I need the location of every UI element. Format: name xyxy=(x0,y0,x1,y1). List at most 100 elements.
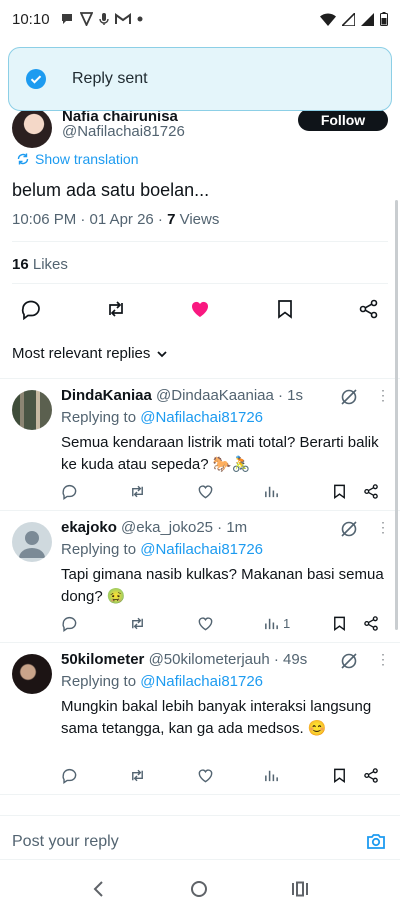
more-options-icon[interactable]: ⋮ xyxy=(376,651,390,668)
reply-actions xyxy=(61,482,389,500)
likes-summary[interactable]: 16 Likes xyxy=(12,256,68,273)
views-button[interactable]: 1 xyxy=(263,614,290,632)
dot-icon xyxy=(137,16,143,22)
repost-button[interactable] xyxy=(129,614,146,632)
reply-author-name[interactable]: 50kilometer xyxy=(61,651,144,668)
signal-2-icon xyxy=(361,12,374,26)
likes-count: 16 xyxy=(12,256,29,273)
camera-icon[interactable] xyxy=(366,831,386,851)
share-button[interactable] xyxy=(363,766,380,784)
reply-text: Mungkin bakal lebih banyak interaksi lan… xyxy=(61,698,372,737)
battery-icon xyxy=(380,12,388,26)
scrollbar[interactable] xyxy=(395,200,398,630)
bookmark-icon[interactable] xyxy=(274,298,296,320)
reply-item[interactable]: DindaKaniaa @DindaaKaaniaa · 1s ⋮ Replyi… xyxy=(0,382,400,510)
replies-sort-dropdown[interactable]: Most relevant replies xyxy=(12,345,168,362)
bookmark-button[interactable] xyxy=(331,614,348,632)
share-button[interactable] xyxy=(363,614,380,632)
replying-to-mention[interactable]: @Nafilachai81726 xyxy=(140,541,263,558)
like-filled-icon[interactable] xyxy=(189,298,211,320)
back-icon[interactable] xyxy=(91,880,107,898)
show-translation-label: Show translation xyxy=(35,151,139,167)
reply-input[interactable]: Post your reply xyxy=(12,833,119,851)
views-chart-icon xyxy=(265,618,278,629)
default-avatar-icon xyxy=(19,531,45,558)
reply-avatar[interactable] xyxy=(12,522,52,562)
recents-icon[interactable] xyxy=(291,880,309,898)
reply-avatar[interactable] xyxy=(12,390,52,430)
toast-message: Reply sent xyxy=(72,70,148,87)
views-button[interactable] xyxy=(263,482,283,500)
like-button[interactable] xyxy=(197,766,214,784)
replies-sort-label: Most relevant replies xyxy=(12,345,151,362)
home-icon[interactable] xyxy=(190,880,208,898)
reply-button[interactable] xyxy=(61,482,78,500)
reply-avatar[interactable] xyxy=(12,654,52,694)
bookmark-button[interactable] xyxy=(331,766,348,784)
reply-button[interactable] xyxy=(61,766,78,784)
like-button[interactable] xyxy=(197,614,214,632)
reply-views-count: 1 xyxy=(283,615,291,631)
heart-icon xyxy=(198,768,213,782)
show-translation-link[interactable]: Show translation xyxy=(16,151,139,167)
reply-text: Semua kendaraan listrik mati total? Bera… xyxy=(61,434,379,473)
share-icon[interactable] xyxy=(358,298,380,320)
reply-icon[interactable] xyxy=(20,298,42,320)
repost-icon xyxy=(132,769,143,781)
views-chart-icon xyxy=(265,770,278,781)
share-icon xyxy=(364,483,378,499)
grok-icon[interactable] xyxy=(340,652,358,670)
share-button[interactable] xyxy=(363,482,380,500)
share-icon xyxy=(364,615,378,631)
reply-author-handle[interactable]: @eka_joko25 · 1m xyxy=(121,519,247,536)
chevron-down-icon xyxy=(157,350,168,357)
divider xyxy=(0,642,400,643)
signal-icon xyxy=(342,12,355,26)
repost-icon[interactable] xyxy=(105,298,127,320)
system-navigation-bar xyxy=(0,866,400,911)
reply-item[interactable]: 50kilometer @50kilometerjauh · 49s ⋮ Rep… xyxy=(0,646,400,794)
author-handle[interactable]: @Nafilachai81726 xyxy=(62,123,185,140)
divider xyxy=(0,510,400,511)
reply-author-handle[interactable]: @DindaaKaaniaa · 1s xyxy=(156,387,303,404)
heart-icon xyxy=(198,616,213,630)
views-button[interactable] xyxy=(263,766,283,784)
repost-icon xyxy=(132,485,143,497)
replying-to-mention[interactable]: @Nafilachai81726 xyxy=(140,409,263,426)
replying-to-mention[interactable]: @Nafilachai81726 xyxy=(140,673,263,690)
grok-icon[interactable] xyxy=(340,388,358,406)
bookmark-button[interactable] xyxy=(331,482,348,500)
check-circle-icon xyxy=(26,69,46,89)
reply-icon xyxy=(62,484,77,500)
reply-composer[interactable]: Post your reply xyxy=(0,815,400,860)
notification-icons xyxy=(60,12,143,26)
author-avatar[interactable] xyxy=(12,108,52,148)
follow-button[interactable]: Follow xyxy=(298,109,388,131)
repost-button[interactable] xyxy=(129,482,146,500)
repost-icon xyxy=(132,617,143,629)
more-options-icon[interactable]: ⋮ xyxy=(376,387,390,404)
post-timestamp[interactable]: 10:06 PM · 01 Apr 26 · xyxy=(12,211,167,228)
reply-author-name[interactable]: DindaKaniaa xyxy=(61,387,152,404)
more-options-icon[interactable]: ⋮ xyxy=(376,519,390,536)
reply-author-handle[interactable]: @50kilometerjauh · 49s xyxy=(149,651,308,668)
heart-icon xyxy=(198,484,213,498)
reply-button[interactable] xyxy=(61,614,78,632)
repost-button[interactable] xyxy=(129,766,146,784)
reply-actions: 1 xyxy=(61,614,389,632)
post-actions xyxy=(20,296,380,322)
status-bar: 10:10 xyxy=(0,0,400,38)
divider xyxy=(0,794,400,795)
likes-label: Likes xyxy=(28,256,68,273)
reply-sent-toast[interactable]: Reply sent xyxy=(8,47,392,111)
replying-prefix: Replying to xyxy=(61,541,141,558)
reply-author-name[interactable]: ekajoko xyxy=(61,519,117,536)
reply-item[interactable]: ekajoko @eka_joko25 · 1m ⋮ Replying to @… xyxy=(0,514,400,642)
replying-to: Replying to @Nafilachai81726 xyxy=(61,673,263,690)
like-button[interactable] xyxy=(197,482,214,500)
status-time: 10:10 xyxy=(12,10,50,28)
grok-icon[interactable] xyxy=(340,520,358,538)
post-meta: 10:06 PM · 01 Apr 26 · 7 Views xyxy=(12,211,219,228)
mic-icon xyxy=(98,13,109,25)
replying-prefix: Replying to xyxy=(61,409,141,426)
